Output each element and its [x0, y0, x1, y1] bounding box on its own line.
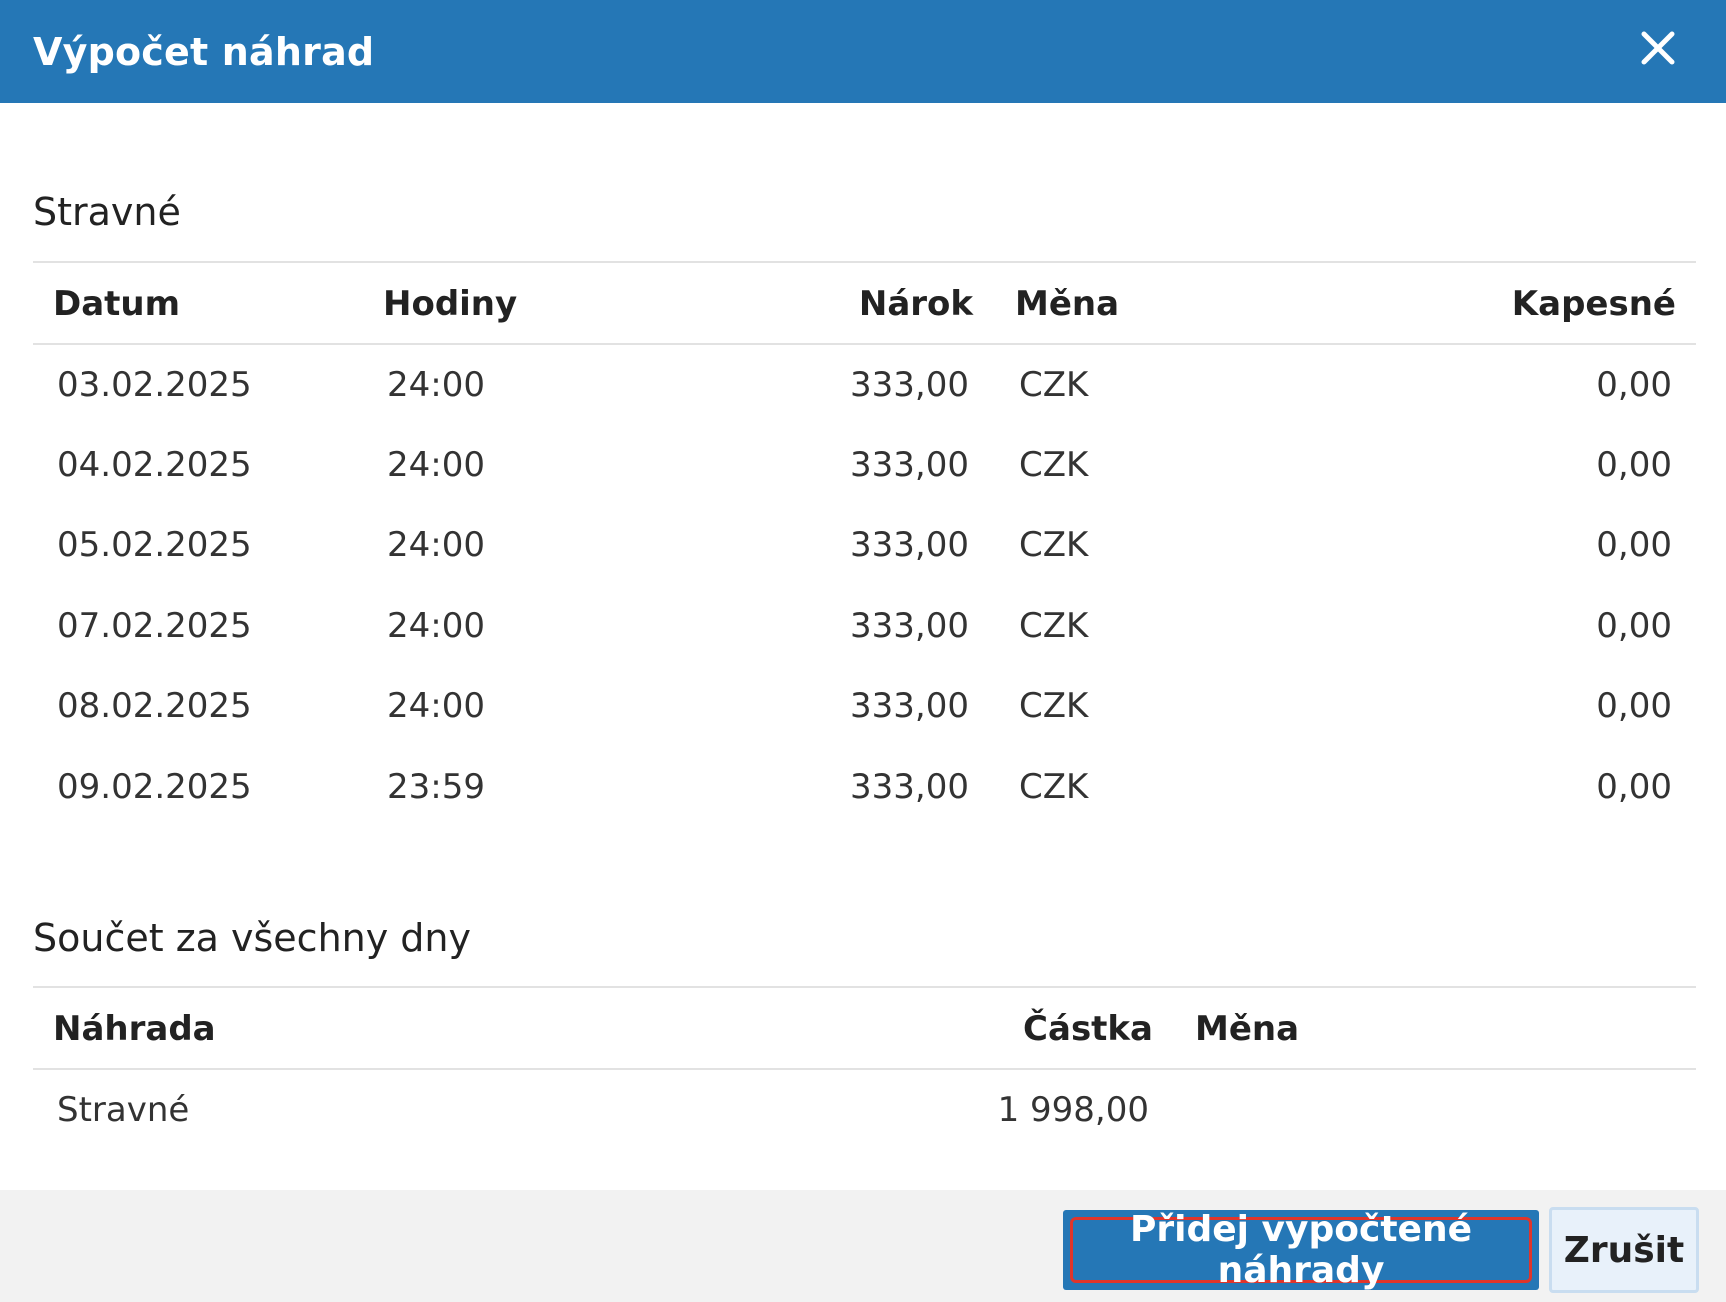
table-row: 03.02.2025 24:00 333,00 CZK 0,00 — [33, 344, 1696, 425]
cell-entitlement: 333,00 — [850, 766, 969, 807]
cell-currency: CZK — [1019, 444, 1089, 485]
cell-pocket-money: 0,00 — [1596, 766, 1672, 807]
dialog-header: Výpočet náhrad — [0, 0, 1726, 103]
dialog-title: Výpočet náhrad — [33, 29, 375, 74]
table-row: 09.02.2025 23:59 333,00 CZK 0,00 — [33, 747, 1696, 828]
sum-table: Náhrada Částka Měna Stravné 1 998,00 — [33, 989, 1696, 1149]
cell-date: 04.02.2025 — [57, 444, 252, 485]
column-header-compensation: Náhrada — [33, 989, 823, 1070]
cell-entitlement: 333,00 — [850, 605, 969, 646]
meal-section-title: Stravné — [33, 190, 181, 234]
table-row: Stravné 1 998,00 — [33, 1069, 1696, 1149]
cell-currency — [1153, 1069, 1696, 1149]
divider — [33, 986, 1696, 988]
column-header-currency: Měna — [973, 264, 1396, 345]
cell-entitlement: 333,00 — [850, 525, 969, 566]
cell-entitlement: 333,00 — [850, 686, 969, 727]
cell-date: 07.02.2025 — [57, 605, 252, 646]
sum-section-title: Součet za všechny dny — [33, 916, 472, 960]
cell-pocket-money: 0,00 — [1596, 605, 1672, 646]
cell-entitlement: 333,00 — [850, 364, 969, 405]
column-header-entitlement: Nárok — [783, 264, 973, 345]
add-button-label: Přidej vypočtené náhrady — [1130, 1209, 1472, 1291]
table-row: 05.02.2025 24:00 333,00 CZK 0,00 — [33, 505, 1696, 586]
cell-hours: 23:59 — [387, 766, 485, 807]
cell-date: 08.02.2025 — [57, 686, 252, 727]
compensation-dialog: Výpočet náhrad Stravné Datum Hodiny Náro… — [0, 0, 1726, 1302]
cell-pocket-money: 0,00 — [1596, 686, 1672, 727]
meal-allowance-table: Datum Hodiny Nárok Měna Kapesné 03.02.20… — [33, 264, 1696, 827]
cell-hours: 24:00 — [387, 686, 485, 727]
add-computed-compensations-button[interactable]: Přidej vypočtené náhrady — [1063, 1209, 1539, 1291]
column-header-amount: Částka — [823, 989, 1153, 1070]
cell-date: 03.02.2025 — [57, 364, 252, 405]
close-icon[interactable] — [1638, 28, 1678, 68]
divider — [33, 261, 1696, 263]
cell-date: 05.02.2025 — [57, 525, 252, 566]
table-row: 04.02.2025 24:00 333,00 CZK 0,00 — [33, 425, 1696, 506]
column-header-date: Datum — [33, 264, 383, 345]
column-header-currency: Měna — [1153, 989, 1696, 1070]
cell-currency: CZK — [1019, 605, 1089, 646]
cell-entitlement: 333,00 — [850, 444, 969, 485]
cell-hours: 24:00 — [387, 364, 485, 405]
cell-date: 09.02.2025 — [57, 766, 252, 807]
cell-compensation: Stravné — [57, 1089, 190, 1130]
cell-hours: 24:00 — [387, 444, 485, 485]
cell-pocket-money: 0,00 — [1596, 525, 1672, 566]
column-header-hours: Hodiny — [383, 264, 783, 345]
cell-hours: 24:00 — [387, 525, 485, 566]
cell-pocket-money: 0,00 — [1596, 444, 1672, 485]
cell-currency: CZK — [1019, 525, 1089, 566]
cell-currency: CZK — [1019, 686, 1089, 727]
table-header-row: Náhrada Částka Měna — [33, 989, 1696, 1070]
table-row: 07.02.2025 24:00 333,00 CZK 0,00 — [33, 586, 1696, 667]
cell-pocket-money: 0,00 — [1596, 364, 1672, 405]
column-header-pocket-money: Kapesné — [1396, 264, 1696, 345]
cancel-button[interactable]: Zrušit — [1549, 1207, 1699, 1293]
table-row: 08.02.2025 24:00 333,00 CZK 0,00 — [33, 666, 1696, 747]
cell-currency: CZK — [1019, 766, 1089, 807]
cell-amount: 1 998,00 — [997, 1089, 1149, 1130]
cell-currency: CZK — [1019, 364, 1089, 405]
table-header-row: Datum Hodiny Nárok Měna Kapesné — [33, 264, 1696, 345]
cell-hours: 24:00 — [387, 605, 485, 646]
